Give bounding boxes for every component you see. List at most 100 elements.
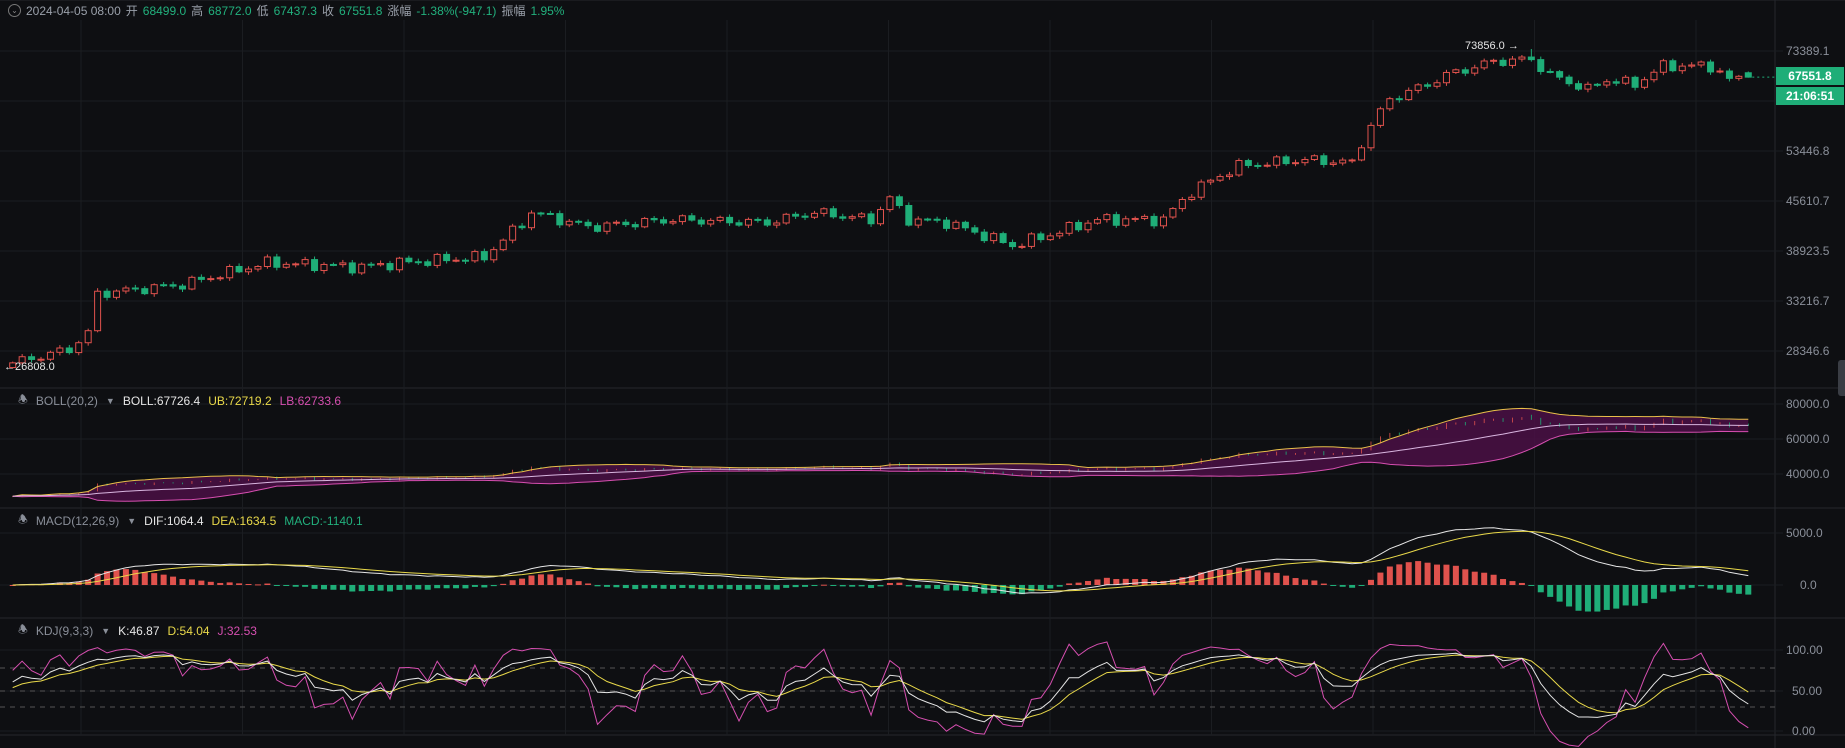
macd-bar [1386,566,1393,585]
candle-down [1499,59,1507,66]
macd-bar [754,585,761,589]
candle-up [810,212,818,218]
candle-up [1056,232,1064,237]
candle-down [103,290,111,298]
macd-bar [632,585,639,590]
macd-bar [1028,585,1035,592]
macd-bar [500,583,507,585]
kdj-tick: 100.00 [1786,643,1823,657]
candle-down [697,219,705,225]
macd-bar [868,585,875,589]
macd-bar [1292,578,1299,585]
candle-up [75,342,83,354]
macd-dea: DEA:1634.5 [211,513,277,528]
candle-down [961,221,969,229]
macd-bar [1669,585,1676,592]
kdj-k-line [12,652,1749,723]
candle-down [650,217,658,221]
macd-bar [377,585,384,591]
candle-down [179,285,186,290]
panel-resize-handle[interactable] [1838,360,1845,396]
macd-bar [1405,562,1412,585]
candle-down [735,222,743,226]
bell-icon[interactable]: 🕭 [18,621,28,640]
macd-bar [1622,585,1629,606]
close-label: 收 [321,4,334,18]
macd-bar [1594,585,1601,612]
candle-up [1688,64,1696,67]
candle-down [131,287,139,290]
macd-bar [717,585,724,589]
dropdown-icon[interactable]: ▼ [106,396,115,406]
candle-up [1027,233,1035,247]
candle-up [1376,108,1384,126]
macd-bar [1235,567,1242,585]
macd-bar [1707,585,1714,589]
candle-up [112,290,120,298]
candle-down [235,265,243,273]
bell-icon[interactable]: 🕭 [18,511,28,530]
candle-up [820,208,828,214]
candle-down [28,356,36,360]
macd-bar [1339,585,1346,587]
macd-bar [283,585,290,586]
candle-up [1235,160,1243,176]
candle-up [1093,219,1101,224]
macd-bar [1396,564,1403,585]
candle-up [46,351,54,360]
candle-down [1009,242,1017,248]
candle-up [1414,84,1422,91]
candle-up [1490,59,1498,62]
candle-up [1584,83,1592,90]
candle-down [556,213,564,226]
collapse-icon[interactable]: ⌄ [8,4,21,17]
macd-bar [877,585,884,587]
kdj-k: K:46.87 [118,623,160,638]
macd-bar [1537,585,1544,593]
candle-up [1735,75,1743,79]
macd-bar [405,585,412,590]
kline-chart[interactable] [0,0,1845,748]
bell-icon[interactable]: 🕭 [18,391,28,410]
candle-down [1631,76,1639,88]
macd-bar [764,585,771,590]
candle-up [452,259,460,262]
candle-down [895,196,903,206]
amplitude-value: 1.95% [530,3,565,18]
candle-up [744,218,752,226]
change-value: -1.38%(-947.1) [416,3,497,18]
dropdown-icon[interactable]: ▼ [101,626,110,636]
macd-bar [170,576,177,585]
macd-bar [1094,579,1101,585]
candle-up [433,253,441,266]
candle-down [801,215,809,218]
candle-up [499,239,507,251]
candle-down [792,213,800,217]
boll-name[interactable]: BOLL(20,2) [36,394,98,408]
candle-up [1197,181,1205,198]
kdj-name[interactable]: KDJ(9,3,3) [36,624,93,638]
boll-ub: UB:72719.2 [208,393,272,408]
candle-down [839,216,847,219]
macd-bar [1500,579,1507,585]
macd-bar [1452,565,1459,585]
macd-bar [698,585,705,590]
boll-tick: 80000.0 [1786,397,1830,411]
change-label: 涨幅 [387,4,412,18]
candle-up [1348,159,1356,162]
candle-up [395,257,403,271]
dropdown-icon[interactable]: ▼ [127,516,136,526]
candle-up [1178,199,1186,210]
macd-bar [132,569,139,585]
candle-down [1395,98,1403,101]
macd-dif: DIF:1064.4 [144,513,204,528]
macd-name[interactable]: MACD(12,26,9) [36,514,119,528]
macd-bar [1037,585,1044,591]
candle-up [952,221,960,229]
macd-bar [1311,580,1318,585]
macd-bar [594,585,601,587]
candle-down [905,204,913,226]
macd-bar [1650,585,1657,599]
macd-bar [915,585,922,588]
kdj-tick: 50.00 [1792,684,1823,698]
